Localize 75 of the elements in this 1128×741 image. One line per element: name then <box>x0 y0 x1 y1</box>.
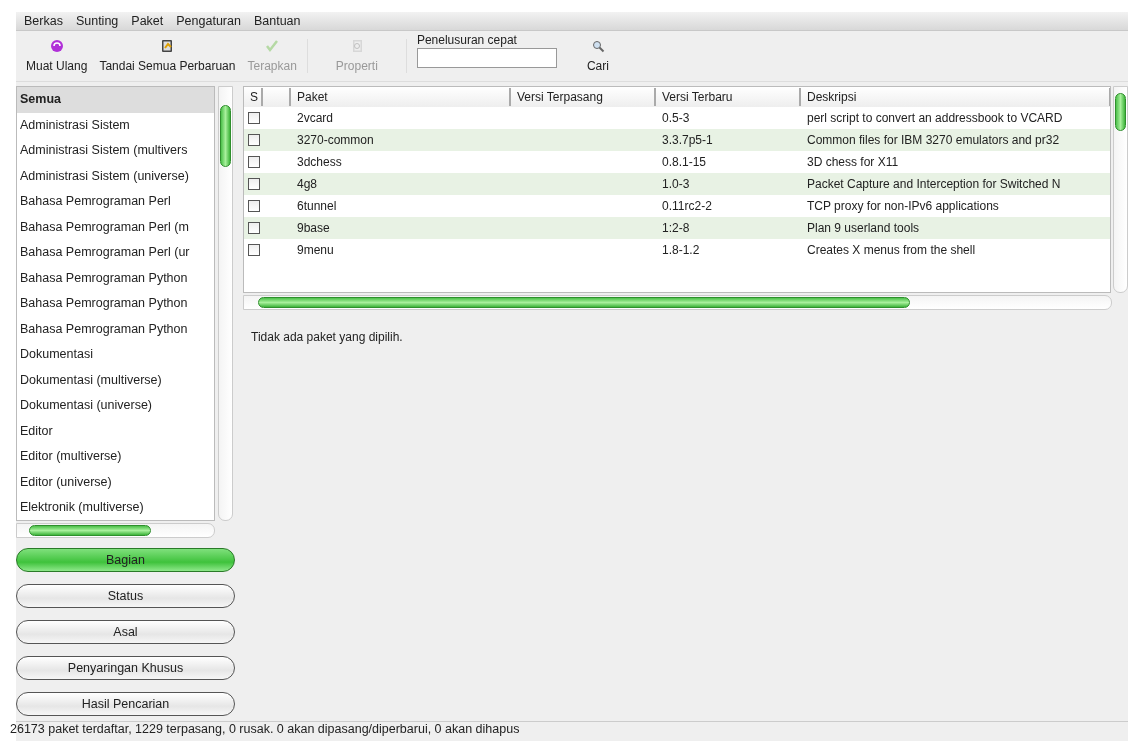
details-message: Tidak ada paket yang dipilih. <box>251 330 404 344</box>
menu-item[interactable]: Bantuan <box>247 12 308 30</box>
category-item[interactable]: Dokumentasi (multiverse) <box>17 367 214 393</box>
column-header[interactable]: Deskripsi <box>801 88 1110 106</box>
table-cell-text: Common files for IBM 3270 emulators and pr32 <box>806 133 1061 147</box>
reload-icon <box>49 39 64 53</box>
filter-button[interactable]: Penyaringan Khusus <box>16 656 235 680</box>
category-item[interactable]: Editor (universe) <box>17 469 214 495</box>
checkbox[interactable] <box>248 112 260 124</box>
category-item[interactable]: Semua <box>17 87 214 113</box>
table-cell-text: Plan 9 userland tools <box>806 221 921 235</box>
checkbox[interactable] <box>248 244 260 256</box>
category-item[interactable]: Bahasa Pemrograman Perl <box>17 189 214 215</box>
scrollbar[interactable] <box>243 295 1112 310</box>
menu-item[interactable]: Sunting <box>69 12 126 30</box>
category-item[interactable]: Editor (multiverse) <box>17 444 214 470</box>
menu-item[interactable]: Pengaturan <box>170 12 248 30</box>
filter-button[interactable]: Status <box>16 584 235 608</box>
menu-item[interactable]: Paket <box>125 12 171 30</box>
table-cell-text: Packet Capture and Interception for Switched N <box>806 177 1062 191</box>
category-item[interactable]: Editor <box>17 418 214 444</box>
category-item[interactable]: Bahasa Pemrograman Python <box>17 265 214 291</box>
category-item[interactable]: Administrasi Sistem <box>17 112 214 138</box>
table-cell-text: perl script to convert an addressbook to VCARD <box>806 111 1064 125</box>
table-cell-text: 0.11rc2-2 <box>661 199 713 213</box>
category-item[interactable]: Dokumentasi (universe) <box>17 393 214 419</box>
checkbox[interactable] <box>248 222 260 234</box>
category-item[interactable]: Elektronik (multiverse) <box>17 495 214 520</box>
table-cell-text: 1.0-3 <box>661 177 691 191</box>
checkbox[interactable] <box>248 200 260 212</box>
table-cell-text: 0.8.1-15 <box>661 155 708 169</box>
filter-button[interactable]: Asal <box>16 620 235 644</box>
table-cell-text: 3.3.7p5-1 <box>661 133 714 147</box>
column-header[interactable]: S <box>244 88 263 106</box>
checkbox[interactable] <box>248 178 260 190</box>
category-item[interactable]: Administrasi Sistem (multivers <box>17 138 214 164</box>
category-item[interactable]: Dokumentasi <box>17 342 214 368</box>
table-cell-text: 3D chess for X11 <box>806 155 900 169</box>
column-header[interactable]: Versi Terbaru <box>656 88 801 106</box>
toolbar-button[interactable]: Muat Ulang <box>20 31 94 81</box>
category-item[interactable]: Administrasi Sistem (universe) <box>17 163 214 189</box>
category-item[interactable]: Bahasa Pemrograman Python <box>17 291 214 317</box>
scrollbar[interactable] <box>218 86 233 521</box>
table-cell-text: 9menu <box>296 243 335 257</box>
filter-button[interactable]: Bagian <box>16 548 235 572</box>
table-cell-text: 3270-common <box>296 133 375 147</box>
search-button[interactable]: Cari <box>562 31 633 81</box>
filter-button[interactable]: Hasil Pencarian <box>16 692 235 716</box>
scrollbar[interactable] <box>1113 86 1128 293</box>
category-item[interactable]: Bahasa Pemrograman Perl (ur <box>17 240 214 266</box>
column-header[interactable]: Versi Terpasang <box>511 88 656 106</box>
menu-item[interactable]: Berkas <box>18 12 70 30</box>
status-text: 26173 paket terdaftar, 1229 terpasang, 0 rusak. 0 akan dipasang/diperbarui, 0 akan dihapus <box>10 722 520 736</box>
scrollbar[interactable] <box>16 523 215 538</box>
category-item[interactable]: Bahasa Pemrograman Python <box>17 316 214 342</box>
table-cell-text: 6tunnel <box>296 199 338 213</box>
table-cell-text: TCP proxy for non-IPv6 applications <box>806 199 1000 213</box>
table-cell-text: 4g8 <box>296 177 319 191</box>
table-cell-text: Creates X menus from the shell <box>806 243 977 257</box>
table-cell-text: 1.8-1.2 <box>661 243 701 257</box>
column-header[interactable]: Paket <box>291 88 511 106</box>
table-cell-text: 0.5-3 <box>661 111 691 125</box>
checkbox[interactable] <box>248 156 260 168</box>
search-icon <box>590 39 605 53</box>
category-item[interactable]: Bahasa Pemrograman Perl (m <box>17 214 214 240</box>
table-cell-text: 2vcard <box>296 111 335 125</box>
search-field[interactable] <box>416 48 557 68</box>
checkmark-icon <box>265 39 280 53</box>
document-icon <box>160 39 175 53</box>
table-cell-text: 1:2-8 <box>661 221 691 235</box>
search-label: Penelusuran cepat <box>416 33 518 47</box>
checkbox[interactable] <box>248 134 260 146</box>
table-cell-text: 3dchess <box>296 155 343 169</box>
table-cell-text: 9base <box>296 221 331 235</box>
toolbar-button[interactable]: Tandai Semua Perbaruan <box>93 31 242 81</box>
